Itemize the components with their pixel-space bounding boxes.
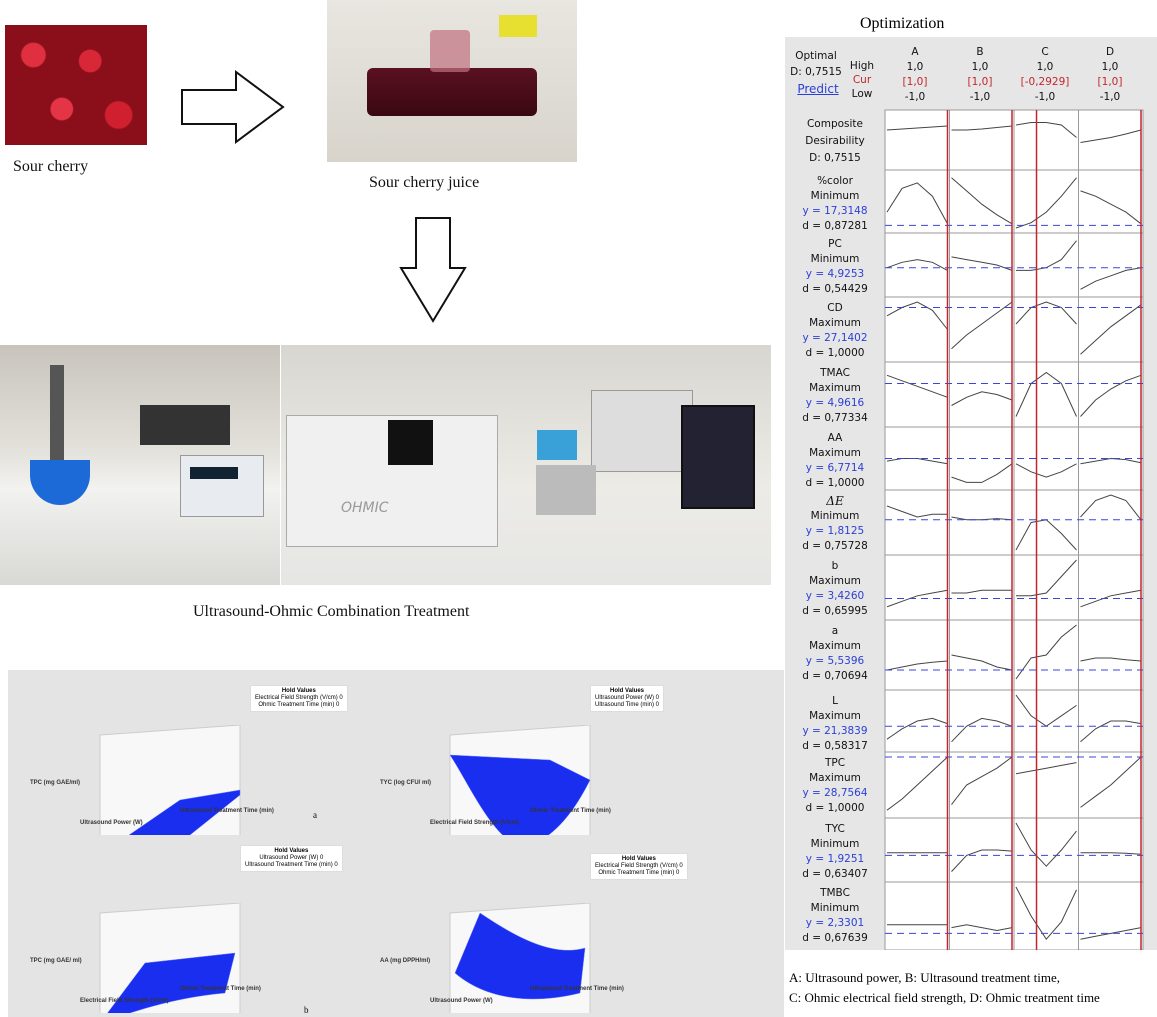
down-arrow-icon (399, 217, 467, 323)
ohmic-device-photo: OHMIC (281, 345, 771, 585)
hold-values-box: Hold Values Electrical Field Strength (V… (250, 685, 348, 712)
hold-title: Hold Values (610, 688, 645, 694)
y-axis-label: Ohmic Treatment Time (min) (530, 808, 611, 814)
surface-plot (99, 725, 241, 835)
hold-value-1: Ultrasound Power (W) 0 (595, 695, 660, 701)
ohmic-label: OHMIC (341, 500, 389, 516)
hold-title: Hold Values (274, 848, 309, 854)
sour-cherry-juice-photo (327, 0, 577, 162)
hold-values-box: Hold Values Ultrasound Power (W) 0 Ultra… (590, 685, 665, 712)
hold-values-box: Hold Values Ultrasound Power (W) 0 Ultra… (240, 845, 343, 872)
desirability-plot-grid (884, 109, 1144, 950)
hold-value-2: Ohmic Treatment Time (min) 0 (598, 870, 680, 876)
hold-value-2: Ohmic Treatment Time (min) 0 (258, 702, 340, 708)
x-axis-label: Electrical Field Strength (V/cm) (80, 998, 169, 1004)
hold-value-1: Electrical Field Strength (V/cm) 0 (255, 695, 343, 701)
z-axis-label: TYC (log CFU/ ml) (380, 780, 431, 786)
x-axis-label: Electrical Field Strength (V/cm) (430, 820, 519, 826)
optimization-panel: Optimal D: 0,7515 Predict High Cur Low A… (785, 37, 1157, 950)
hold-title: Hold Values (621, 856, 656, 862)
hold-value-1: Electrical Field Strength (V/cm) 0 (595, 863, 683, 869)
z-axis-label: TPC (mg GAE/ ml) (30, 958, 82, 964)
label-a: a (313, 810, 317, 820)
y-axis-label: Ultrasound Treatment Time (min) (530, 986, 624, 992)
right-arrow-icon (181, 70, 285, 144)
treatment-caption: Ultrasound-Ohmic Combination Treatment (193, 603, 470, 620)
ultrasound-device-photo (0, 345, 280, 585)
surface-plot (99, 903, 241, 1013)
sour-cherry-caption: Sour cherry (13, 158, 89, 175)
factor-legend-1: A: Ultrasound power, B: Ultrasound treat… (789, 970, 1060, 985)
hold-title: Hold Values (281, 688, 316, 694)
y-axis-label: Ohmic Treatment Time (min) (180, 986, 261, 992)
y-axis-label: Ultrasound Treatment Time (min) (180, 808, 274, 814)
surface-plot (449, 725, 591, 835)
surface-plot (449, 903, 591, 1013)
hold-value-2: Ultrasound Time (min) 0 (595, 702, 660, 708)
hold-values-box: Hold Values Electrical Field Strength (V… (590, 853, 688, 880)
juice-caption: Sour cherry juice (369, 174, 480, 191)
x-axis-label: Ultrasound Power (W) (430, 998, 493, 1004)
x-axis-label: Ultrasound Power (W) (80, 820, 143, 826)
hold-value-1: Ultrasound Power (W) 0 (259, 855, 324, 861)
optimization-title: Optimization (860, 15, 945, 32)
z-axis-label: AA (mg DPPH/ml) (380, 958, 431, 964)
hold-value-2: Ultrasound Treatment Time (min) 0 (245, 862, 338, 868)
sour-cherry-photo (5, 25, 147, 145)
label-b: b (304, 1005, 309, 1015)
z-axis-label: TPC (mg GAE/ml) (30, 780, 81, 786)
factor-legend-2: C: Ohmic electrical field strength, D: O… (789, 990, 1100, 1005)
